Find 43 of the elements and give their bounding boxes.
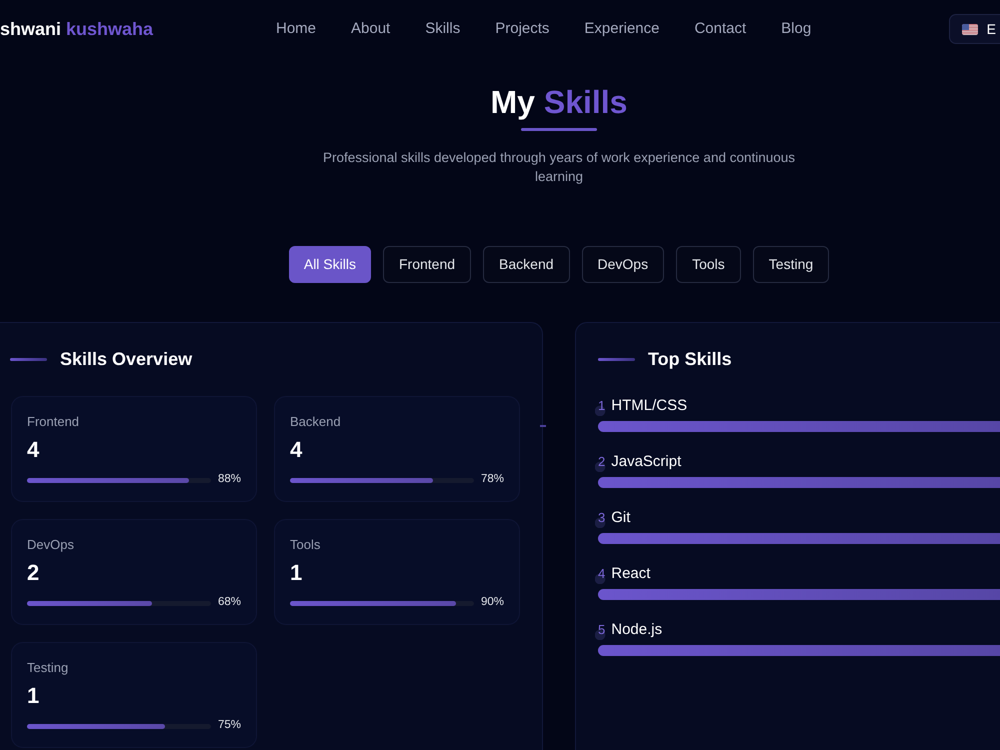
category-name: Frontend xyxy=(27,413,80,431)
nav-link[interactable]: About xyxy=(351,18,390,40)
percent-value: 75% xyxy=(218,718,241,734)
filter-tab[interactable]: Testing xyxy=(752,246,830,283)
nav-link[interactable]: Blog xyxy=(781,18,812,40)
category-name: Tools xyxy=(290,536,322,554)
skill-count: 1 xyxy=(27,682,40,710)
percent-value: 78% xyxy=(480,472,504,488)
panel-title: Skills Overview xyxy=(60,348,192,370)
nav-link[interactable]: Projects xyxy=(495,18,550,40)
skill-count: 4 xyxy=(290,436,304,464)
section-title: My Skills xyxy=(490,84,628,120)
filter-tab[interactable]: All Skills xyxy=(288,246,371,283)
skill-name: React xyxy=(611,564,650,584)
percent-value: 88% xyxy=(218,472,241,488)
percent-value: 90% xyxy=(480,595,504,610)
skill-name: Git xyxy=(611,508,630,528)
nav-link[interactable]: Skills xyxy=(425,18,460,40)
skill-count: 4 xyxy=(27,436,40,464)
skill-count: 1 xyxy=(290,559,304,587)
nav-link[interactable]: Contact xyxy=(694,18,746,40)
edge-dash-icon xyxy=(540,425,546,427)
section-subtitle: Professional skills developed through years of work experience and continuous learning xyxy=(322,149,796,186)
accent-line-icon xyxy=(10,358,47,360)
skill-name: Node.js xyxy=(611,620,662,640)
skill-name: JavaScript xyxy=(611,452,682,472)
accent-line-icon xyxy=(598,358,635,360)
panel-title: Top Skills xyxy=(648,348,732,371)
category-name: Backend xyxy=(290,413,342,431)
filter-tab[interactable]: Backend xyxy=(483,246,570,283)
site-logo[interactable]: shwani kushwaha xyxy=(0,18,154,38)
nav-link[interactable]: Home xyxy=(276,18,316,40)
filter-tab[interactable]: DevOps xyxy=(582,246,664,283)
filter-tab[interactable]: Frontend xyxy=(382,246,472,283)
category-name: DevOps xyxy=(27,536,75,554)
filter-tab[interactable]: Tools xyxy=(676,246,741,283)
category-name: Testing xyxy=(27,659,70,677)
skill-count: 2 xyxy=(27,559,40,587)
percent-value: 68% xyxy=(218,595,241,610)
us-flag-icon xyxy=(962,24,978,34)
nav-link[interactable]: Experience xyxy=(584,18,660,40)
language-button[interactable]: E xyxy=(948,14,1000,44)
skill-name: HTML/CSS xyxy=(611,396,688,416)
